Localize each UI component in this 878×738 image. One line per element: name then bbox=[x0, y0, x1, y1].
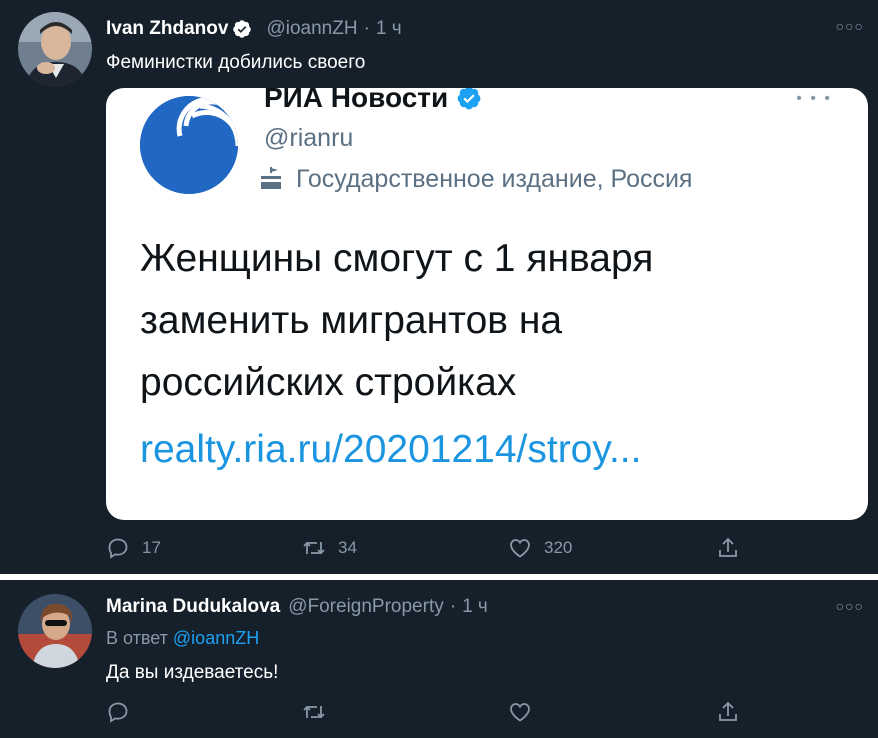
embedded-text-line: Женщины смогут с 1 января bbox=[140, 237, 654, 280]
retweet-count: 34 bbox=[338, 538, 357, 557]
reply-to-handle[interactable]: @ioannZH bbox=[173, 628, 259, 648]
author-name[interactable]: Ivan Zhdanov bbox=[106, 18, 228, 40]
government-label-icon bbox=[261, 167, 281, 189]
retweet-button[interactable]: 34 bbox=[302, 536, 357, 560]
ria-logo bbox=[140, 96, 238, 194]
share-button[interactable] bbox=[716, 700, 752, 724]
share-button[interactable] bbox=[716, 536, 752, 560]
like-count: 320 bbox=[544, 538, 573, 557]
tweet-actions: 17 34 320 bbox=[106, 536, 766, 564]
verified-badge-icon bbox=[233, 20, 252, 38]
like-button[interactable] bbox=[508, 700, 544, 724]
government-label-text: Государственное издание, Россия bbox=[296, 164, 693, 193]
verified-badge-icon bbox=[457, 88, 481, 110]
reply-prefix: В ответ bbox=[106, 628, 168, 648]
share-icon bbox=[719, 537, 737, 557]
reply-button[interactable] bbox=[106, 700, 142, 724]
tweet[interactable]: Ivan Zhdanov @ioannZH · 1 ч ○○○ Феминист… bbox=[0, 0, 878, 574]
tweet-actions bbox=[106, 700, 766, 728]
embedded-account-handle: @rianru bbox=[264, 124, 354, 152]
reply-count: 17 bbox=[142, 538, 161, 557]
author-handle[interactable]: @ioannZH bbox=[266, 18, 357, 40]
like-icon bbox=[510, 703, 530, 722]
more-icon[interactable]: ○○○ bbox=[836, 18, 864, 34]
separator-dot: · bbox=[363, 18, 370, 39]
government-label: Государственное издание, Россия bbox=[256, 164, 692, 194]
author-name[interactable]: Marina Dudukalova bbox=[106, 596, 280, 618]
embedded-tweet-text: Женщины смогут с 1 января заменить мигра… bbox=[140, 228, 840, 414]
timestamp[interactable]: 1 ч bbox=[376, 18, 402, 40]
reply-icon bbox=[108, 702, 128, 723]
like-icon bbox=[510, 539, 530, 558]
tweet-text: Феминистки добились своего bbox=[106, 52, 366, 73]
reply-button[interactable]: 17 bbox=[106, 536, 161, 560]
more-icon: • • • bbox=[796, 90, 832, 107]
retweet-icon bbox=[303, 705, 325, 719]
tweet-text: Да вы издеваетесь! bbox=[106, 662, 279, 683]
embedded-text-line: российских стройках bbox=[140, 361, 517, 404]
retweet-button[interactable] bbox=[302, 700, 338, 724]
avatar[interactable] bbox=[18, 594, 92, 668]
more-icon[interactable]: ○○○ bbox=[836, 598, 864, 614]
avatar[interactable] bbox=[18, 12, 92, 86]
reply-context: В ответ @ioannZH bbox=[106, 628, 259, 649]
embedded-link: realty.ria.ru/20201214/stroy... bbox=[140, 428, 642, 471]
author-handle[interactable]: @ForeignProperty bbox=[288, 596, 444, 618]
embedded-account-name-text: РИА Новости bbox=[264, 88, 449, 113]
separator-dot: · bbox=[449, 596, 457, 617]
retweet-icon bbox=[303, 541, 325, 555]
tweet-header: Ivan Zhdanov @ioannZH · 1 ч bbox=[106, 18, 402, 40]
tweet[interactable]: Marina Dudukalova @ForeignProperty · 1 ч… bbox=[0, 580, 878, 738]
embedded-text-line: заменить мигрантов на bbox=[140, 299, 563, 342]
like-button[interactable]: 320 bbox=[508, 536, 572, 560]
timestamp[interactable]: 1 ч bbox=[462, 596, 488, 618]
share-icon bbox=[719, 701, 737, 721]
tweet-header: Marina Dudukalova @ForeignProperty · 1 ч bbox=[106, 596, 488, 618]
embedded-account-name: РИА Новости bbox=[264, 88, 482, 114]
reply-icon bbox=[108, 538, 128, 559]
embedded-screenshot-card[interactable]: РИА Новости @rianru Государственное изда… bbox=[106, 88, 868, 520]
